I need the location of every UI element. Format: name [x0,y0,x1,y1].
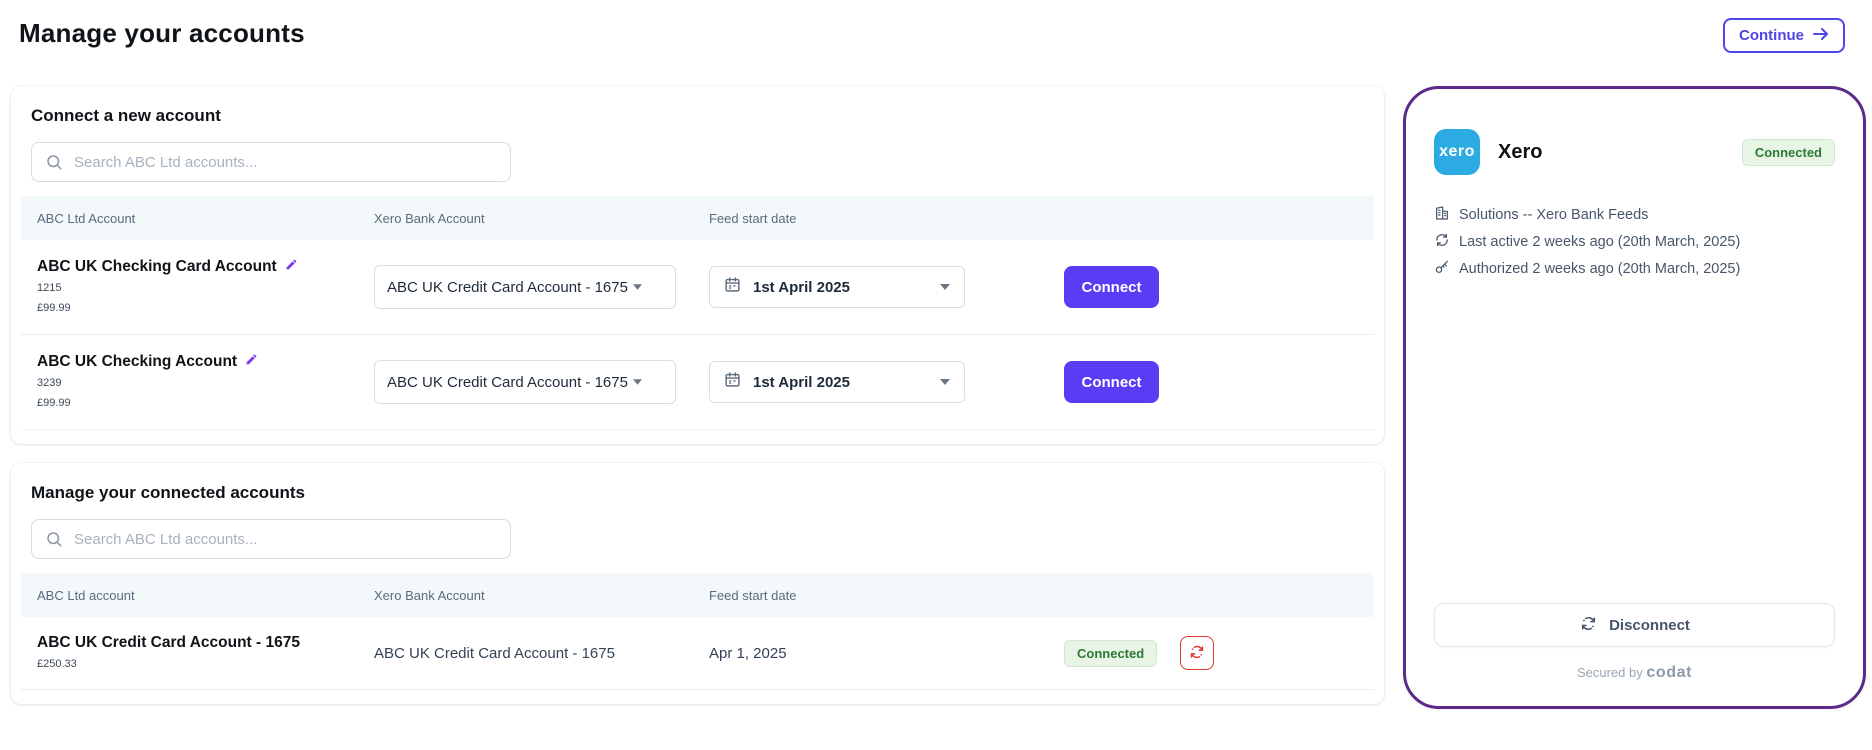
account-cell: ABC UK Checking Card Account 1215 £99.99 [21,258,374,317]
xero-account-select[interactable]: ABC UK Credit Card Account - 1675 [374,265,676,309]
search-icon [45,530,63,553]
account-number: 3239 [37,375,374,392]
calendar-icon [724,276,741,298]
column-header-feed-start-date: Feed start date [709,588,1043,603]
column-header-xero-bank-account: Xero Bank Account [374,588,709,603]
disconnect-account-button[interactable] [1180,636,1214,670]
column-header-feed-start-date: Feed start date [709,211,1043,226]
connect-search-input[interactable] [31,142,511,182]
xero-account-select-value: ABC UK Credit Card Account - 1675 [387,279,628,296]
arrow-right-icon [1813,27,1829,44]
key-icon [1434,259,1450,279]
feed-start-date-picker[interactable]: 1st April 2025 [709,266,965,308]
broken-sync-icon [1579,614,1598,637]
xero-account-value: ABC UK Credit Card Account - 1675 [374,645,709,662]
edit-pencil-icon[interactable] [245,353,258,371]
feed-start-date-value: Apr 1, 2025 [709,645,1043,662]
connected-search-input[interactable] [31,519,511,559]
manage-accounts-page: Manage your accounts Continue Connect a … [0,0,1872,750]
account-cell: ABC UK Credit Card Account - 1675 £250.3… [21,634,374,673]
integration-header: xero Xero Connected [1434,129,1835,175]
account-balance: £250.33 [37,656,374,673]
connected-search [31,519,511,559]
search-icon [45,153,63,176]
xero-logo: xero [1434,129,1480,175]
feed-start-date-value: 1st April 2025 [753,279,928,296]
xero-account-select[interactable]: ABC UK Credit Card Account - 1675 [374,360,676,404]
connected-table-header: ABC Ltd account Xero Bank Account Feed s… [21,573,1374,617]
table-row: ABC UK Checking Account 3239 £99.99 ABC … [21,335,1374,430]
detail-text: Last active 2 weeks ago (20th March, 202… [1459,234,1740,250]
account-balance: £99.99 [37,300,374,317]
connect-table-header: ABC Ltd Account Xero Bank Account Feed s… [21,196,1374,240]
table-row: ABC UK Checking Card Account 1215 £99.99… [21,240,1374,335]
integration-name: Xero [1498,141,1542,164]
table-row: ABC UK Credit Card Account - 1675 £250.3… [21,617,1374,690]
detail-text: Solutions -- Xero Bank Feeds [1459,207,1648,223]
connect-button[interactable]: Connect [1064,361,1159,403]
account-name: ABC UK Credit Card Account - 1675 [37,634,300,652]
solutions-detail: Solutions -- Xero Bank Feeds [1434,205,1835,225]
status-badge: Connected [1064,640,1157,667]
feed-start-date-picker[interactable]: 1st April 2025 [709,361,965,403]
disconnect-button[interactable]: Disconnect [1434,603,1835,647]
detail-text: Authorized 2 weeks ago (20th March, 2025… [1459,261,1740,277]
secured-by: Secured by codat [1434,664,1835,682]
xero-account-select-value: ABC UK Credit Card Account - 1675 [387,374,628,391]
account-balance: £99.99 [37,395,374,412]
connect-section-title: Connect a new account [31,106,1374,126]
account-name: ABC UK Checking Card Account [37,258,277,276]
authorized-detail: Authorized 2 weeks ago (20th March, 2025… [1434,259,1835,279]
connect-search [31,142,511,182]
account-cell: ABC UK Checking Account 3239 £99.99 [21,353,374,412]
chevron-down-icon [940,284,950,290]
codat-logo: codat [1646,664,1692,681]
left-column: Connect a new account ABC Ltd Account Xe… [11,86,1384,704]
edit-pencil-icon[interactable] [285,258,298,276]
connected-section-title: Manage your connected accounts [31,483,1374,503]
disconnect-button-label: Disconnect [1609,617,1690,634]
integration-details: Solutions -- Xero Bank Feeds Last active… [1434,205,1835,279]
chevron-down-icon [633,379,642,385]
connected-accounts-card: Manage your connected accounts ABC Ltd a… [11,463,1384,704]
feed-start-date-value: 1st April 2025 [753,374,928,391]
continue-button[interactable]: Continue [1723,18,1845,53]
broken-sync-icon [1188,643,1206,664]
main-content: Connect a new account ABC Ltd Account Xe… [11,86,1866,709]
secured-by-text: Secured by [1577,665,1643,680]
connect-new-account-card: Connect a new account ABC Ltd Account Xe… [11,86,1384,444]
calendar-icon [724,371,741,393]
chevron-down-icon [633,284,642,290]
column-header-abc-ltd-account: ABC Ltd Account [21,211,374,226]
account-number: 1215 [37,280,374,297]
page-title: Manage your accounts [19,18,305,49]
connect-button[interactable]: Connect [1064,266,1159,308]
top-bar: Manage your accounts Continue [11,0,1866,74]
column-header-abc-ltd-account: ABC Ltd account [21,588,374,603]
column-header-xero-bank-account: Xero Bank Account [374,211,709,226]
chevron-down-icon [940,379,950,385]
building-icon [1434,205,1450,225]
continue-button-label: Continue [1739,27,1804,44]
last-active-detail: Last active 2 weeks ago (20th March, 202… [1434,232,1835,252]
xero-integration-panel: xero Xero Connected Solutions -- Xero Ba… [1403,86,1866,709]
account-name: ABC UK Checking Account [37,353,237,371]
status-badge: Connected [1742,139,1835,166]
refresh-icon [1434,232,1450,252]
